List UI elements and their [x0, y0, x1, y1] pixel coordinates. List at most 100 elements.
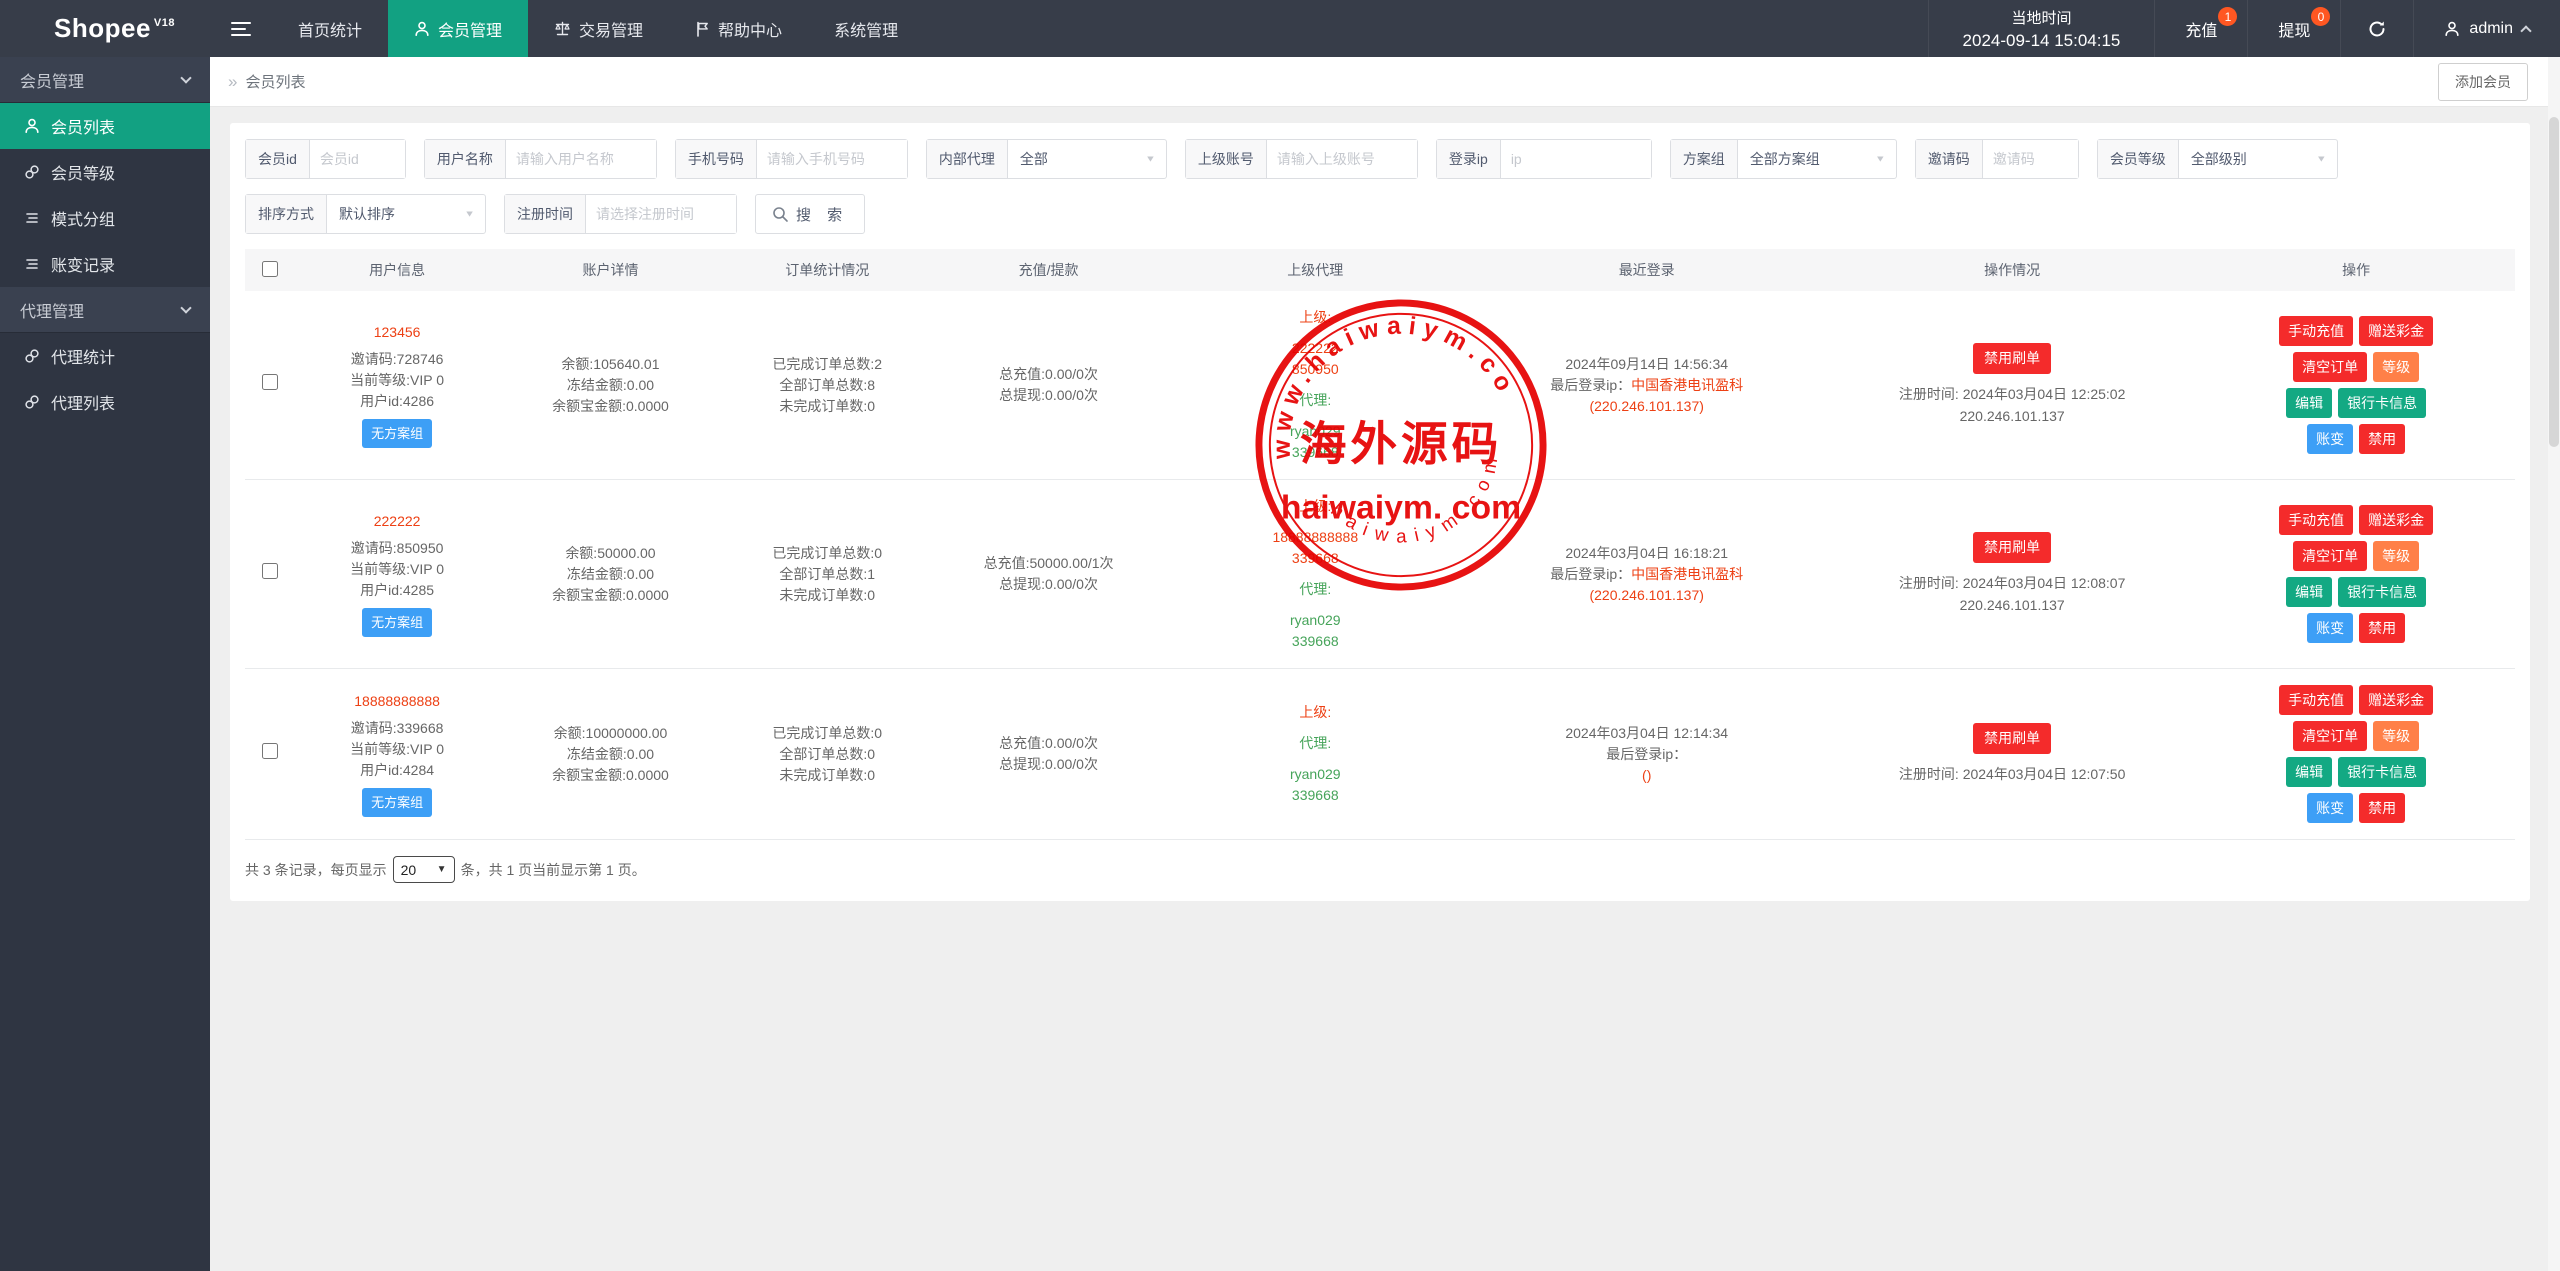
actions-cell: 手动充值 赠送彩金 清空订单 等级 编辑 银行卡信息 — [2197, 291, 2515, 480]
nav-item-home-stats[interactable]: 首页统计 — [272, 0, 388, 57]
selected-value: 全部方案组 — [1750, 149, 1820, 169]
per-page-select[interactable]: 20 ▼ — [393, 856, 455, 883]
filter-login-ip: 登录ip — [1436, 139, 1652, 179]
edit-button[interactable]: 编辑 — [2286, 577, 2332, 607]
sidebar-item-member-level[interactable]: 会员等级 — [0, 149, 210, 195]
refresh-icon — [2367, 19, 2387, 39]
sidebar-item-account-change-log[interactable]: 账变记录 — [0, 241, 210, 287]
refresh-button[interactable] — [2340, 0, 2413, 57]
username-link[interactable]: 123456 — [299, 322, 495, 343]
nav-item-help-center[interactable]: 帮助中心 — [669, 0, 808, 57]
member-level: 当前等级:VIP 0 — [299, 739, 495, 760]
plan-group-badge[interactable]: 无方案组 — [362, 419, 432, 448]
last-login-isp: 中国香港电讯盈科 — [1631, 566, 1743, 582]
clear-orders-button[interactable]: 清空订单 — [2293, 721, 2367, 751]
sidebar-group-agent-management[interactable]: 代理管理 — [0, 287, 210, 333]
edit-button[interactable]: 编辑 — [2286, 757, 2332, 787]
sidebar-toggle-button[interactable] — [210, 0, 272, 57]
order-stats-cell: 已完成订单总数:0 全部订单总数:0 未完成订单数:0 — [722, 669, 933, 840]
invite-code-input[interactable] — [1983, 140, 2078, 178]
row-checkbox[interactable] — [262, 563, 278, 579]
member-id-input[interactable] — [310, 140, 405, 178]
username-link[interactable]: 222222 — [299, 511, 495, 532]
user-menu[interactable]: admin — [2413, 0, 2560, 57]
gift-bonus-button[interactable]: 赠送彩金 — [2359, 316, 2433, 346]
account-change-button[interactable]: 账变 — [2307, 613, 2353, 643]
ban-brush-order-badge[interactable]: 禁用刷单 — [1973, 532, 2051, 563]
account-change-button[interactable]: 账变 — [2307, 424, 2353, 454]
clear-orders-button[interactable]: 清空订单 — [2293, 541, 2367, 571]
chevron-down-icon — [180, 72, 191, 83]
sidebar-item-mode-group[interactable]: 模式分组 — [0, 195, 210, 241]
edit-button[interactable]: 编辑 — [2286, 388, 2332, 418]
manual-recharge-button[interactable]: 手动充值 — [2279, 316, 2353, 346]
account-detail-cell: 余额:10000000.00 冻结金额:0.00 余额宝金额:0.0000 — [499, 669, 721, 840]
username-link[interactable]: 18888888888 — [299, 691, 495, 712]
sidebar-item-agent-stats[interactable]: 代理统计 — [0, 333, 210, 379]
level-button[interactable]: 等级 — [2373, 541, 2419, 571]
scrollbar[interactable] — [2548, 57, 2560, 1271]
col-recharge-withdraw: 充值/提款 — [933, 249, 1165, 291]
sidebar-group-member-management[interactable]: 会员管理 — [0, 57, 210, 103]
withdraw-link[interactable]: 提现 0 — [2247, 0, 2340, 57]
level-button[interactable]: 等级 — [2373, 721, 2419, 751]
plan-group-badge[interactable]: 无方案组 — [362, 788, 432, 817]
sidebar-item-member-list[interactable]: 会员列表 — [0, 103, 210, 149]
plan-group-select[interactable]: 全部方案组 ▼ — [1738, 140, 1896, 178]
nav-item-member-management[interactable]: 会员管理 — [388, 0, 528, 57]
operation-status-cell: 禁用刷单 注册时间: 2024年03月04日 12:07:50 — [1827, 669, 2197, 840]
invite-code: 邀请码:339668 — [299, 718, 495, 739]
row-checkbox[interactable] — [262, 374, 278, 390]
breadcrumb-arrow-icon: » — [228, 72, 237, 92]
gift-bonus-button[interactable]: 赠送彩金 — [2359, 685, 2433, 715]
add-member-button[interactable]: 添加会员 — [2438, 63, 2528, 101]
internal-agent-select[interactable]: 全部 ▼ — [1008, 140, 1166, 178]
reg-time-input[interactable] — [586, 195, 736, 233]
clear-orders-button[interactable]: 清空订单 — [2293, 352, 2367, 382]
account-change-button[interactable]: 账变 — [2307, 793, 2353, 823]
agent-name: ryan029 — [1168, 421, 1462, 442]
bank-card-info-button[interactable]: 银行卡信息 — [2338, 757, 2426, 787]
balance: 余额:105640.01 — [503, 354, 717, 375]
link-icon — [24, 348, 40, 364]
bank-card-info-button[interactable]: 银行卡信息 — [2338, 577, 2426, 607]
gift-bonus-button[interactable]: 赠送彩金 — [2359, 505, 2433, 535]
disable-button[interactable]: 禁用 — [2359, 793, 2405, 823]
nav-item-trade-management[interactable]: 交易管理 — [528, 0, 669, 57]
level-button[interactable]: 等级 — [2373, 352, 2419, 382]
last-login-time: 2024年03月04日 12:14:34 — [1470, 723, 1823, 744]
search-button[interactable]: 搜 索 — [755, 194, 865, 234]
phone-input[interactable] — [757, 140, 907, 178]
flag-icon — [695, 21, 710, 37]
sidebar-item-agent-list[interactable]: 代理列表 — [0, 379, 210, 425]
ban-brush-order-badge[interactable]: 禁用刷单 — [1973, 343, 2051, 374]
plan-group-badge[interactable]: 无方案组 — [362, 608, 432, 637]
filter-internal-agent: 内部代理 全部 ▼ — [926, 139, 1167, 179]
manual-recharge-button[interactable]: 手动充值 — [2279, 685, 2353, 715]
nav-item-system-management[interactable]: 系统管理 — [808, 0, 924, 57]
member-level-select[interactable]: 全部级别 ▼ — [2179, 140, 2337, 178]
manual-recharge-button[interactable]: 手动充值 — [2279, 505, 2353, 535]
recharge-link[interactable]: 充值 1 — [2154, 0, 2247, 57]
filter-phone: 手机号码 — [675, 139, 908, 179]
operation-status-cell: 禁用刷单 注册时间: 2024年03月04日 12:25:02 220.246.… — [1827, 291, 2197, 480]
pagination-suffix: 条，共 1 页当前显示第 1 页。 — [461, 860, 646, 880]
total-withdraw: 总提现:0.00/0次 — [937, 574, 1161, 595]
select-all-checkbox[interactable] — [262, 261, 278, 277]
row-checkbox[interactable] — [262, 743, 278, 759]
user-info-cell: 18888888888 邀请码:339668 当前等级:VIP 0 用户id:4… — [295, 669, 499, 840]
last-login-cell: 2024年03月04日 12:14:34 最后登录ip： () — [1466, 669, 1827, 840]
parent-account-input[interactable] — [1267, 140, 1417, 178]
login-ip-input[interactable] — [1501, 140, 1651, 178]
scrollbar-thumb[interactable] — [2549, 117, 2559, 447]
last-login-time: 2024年03月04日 16:18:21 — [1470, 543, 1823, 564]
disable-button[interactable]: 禁用 — [2359, 424, 2405, 454]
bank-card-info-button[interactable]: 银行卡信息 — [2338, 388, 2426, 418]
ban-brush-order-badge[interactable]: 禁用刷单 — [1973, 723, 2051, 754]
username-input[interactable] — [506, 140, 656, 178]
filter-reg-time: 注册时间 — [504, 194, 737, 234]
parent-name: 222222 — [1168, 338, 1462, 359]
member-level: 当前等级:VIP 0 — [299, 559, 495, 580]
sort-select[interactable]: 默认排序 ▼ — [327, 195, 485, 233]
disable-button[interactable]: 禁用 — [2359, 613, 2405, 643]
